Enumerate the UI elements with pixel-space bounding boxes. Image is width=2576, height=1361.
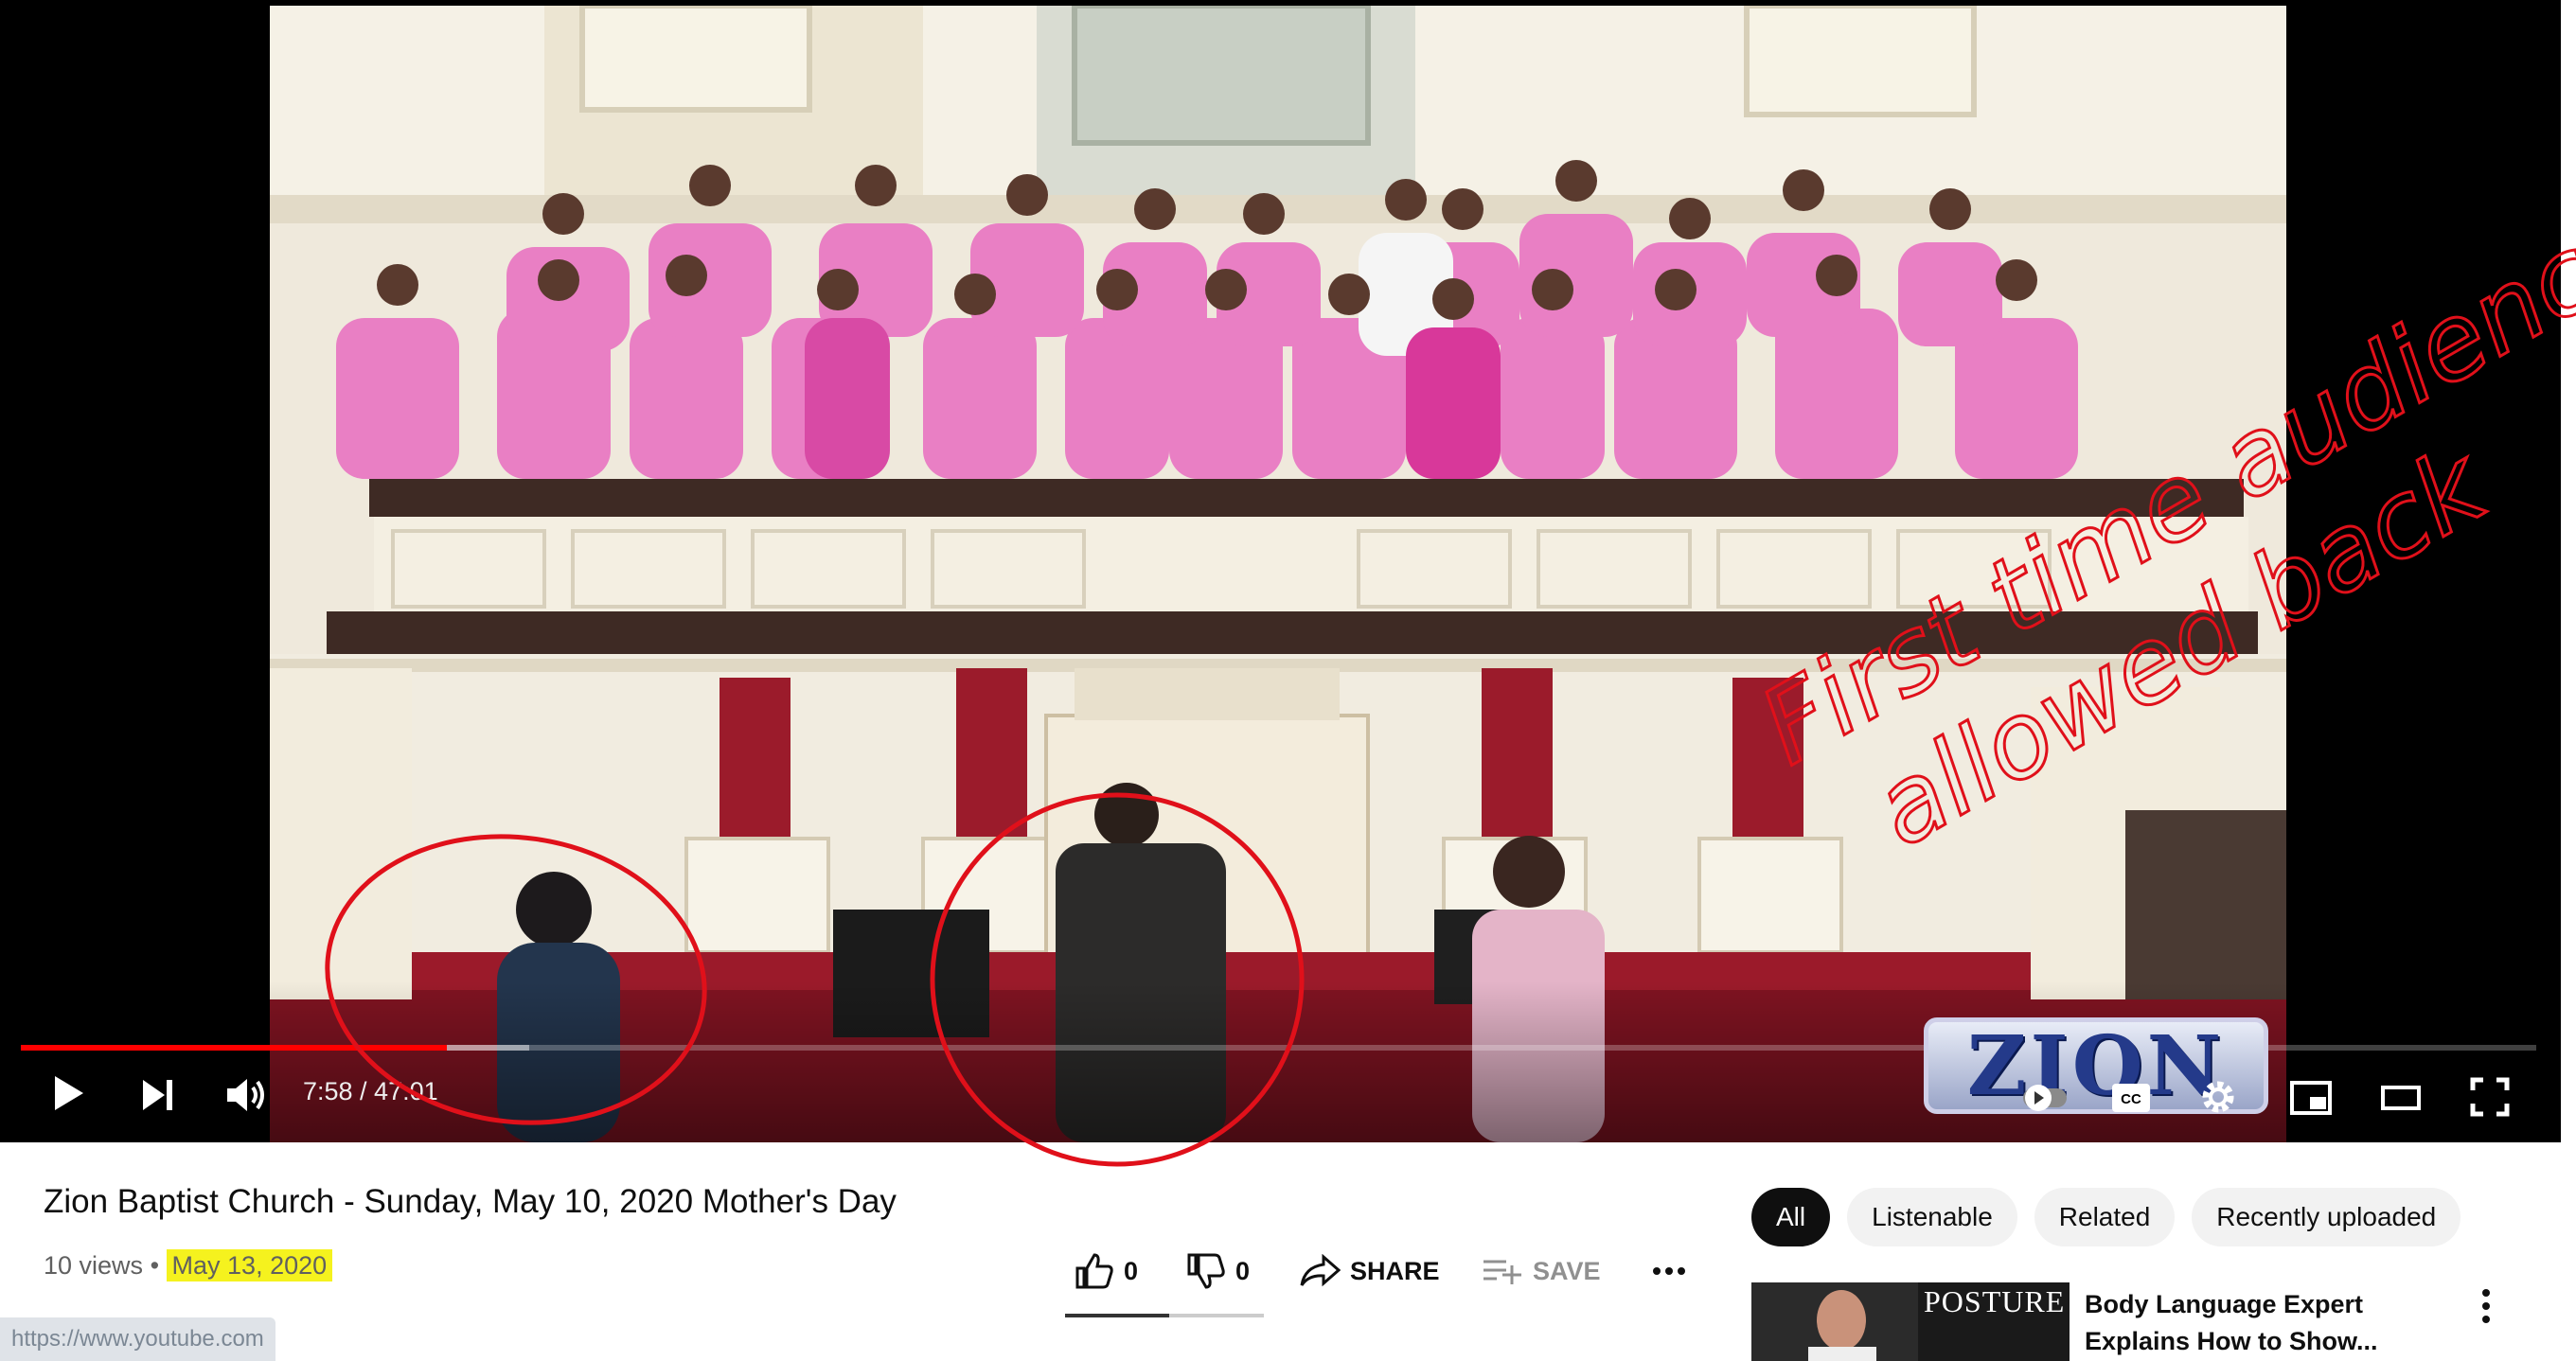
autoplay-toggle[interactable] — [2021, 1077, 2069, 1119]
video-title: Zion Baptist Church - Sunday, May 10, 20… — [44, 1183, 897, 1220]
more-actions-button[interactable] — [1652, 1247, 1686, 1295]
progress-played — [21, 1045, 448, 1051]
watermark-text: ZION — [1966, 1017, 2226, 1114]
video-content-image — [270, 6, 2286, 1142]
chip-related[interactable]: Related — [2034, 1188, 2176, 1246]
dislike-ratio-bar — [1169, 1314, 1264, 1317]
dislike-button[interactable]: 0 — [1186, 1247, 1250, 1295]
meta-separator: • — [150, 1251, 160, 1280]
miniplayer-button[interactable] — [2286, 1077, 2336, 1119]
theater-icon — [2381, 1086, 2421, 1110]
share-label: SHARE — [1350, 1256, 1440, 1285]
thumbs-up-icon — [1075, 1253, 1113, 1289]
filter-chips: All Listenable Related Recently uploaded — [1751, 1188, 2461, 1246]
volume-button[interactable] — [222, 1074, 270, 1116]
share-button[interactable]: SHARE — [1299, 1247, 1440, 1295]
recommendation-item[interactable]: POSTURE Body Language Expert Explains Ho… — [1751, 1282, 2537, 1361]
more-horizontal-icon — [1653, 1267, 1685, 1275]
captions-button[interactable]: CC — [2106, 1077, 2156, 1119]
captions-icon: CC — [2112, 1084, 2150, 1112]
like-ratio-bar — [1065, 1314, 1169, 1317]
link-status-bar: https://www.youtube.com — [0, 1317, 275, 1361]
video-player[interactable]: 7:58 / 47:01 ZION CC — [0, 0, 2561, 1142]
play-icon — [55, 1076, 83, 1110]
fullscreen-icon — [2470, 1077, 2510, 1117]
miniplayer-icon — [2290, 1081, 2332, 1115]
svg-text:CC: CC — [2121, 1091, 2141, 1107]
fullscreen-button[interactable] — [2467, 1074, 2513, 1120]
save-button[interactable]: SAVE — [1482, 1247, 1601, 1295]
like-count: 0 — [1124, 1256, 1139, 1285]
recommendation-title[interactable]: Body Language Expert Explains How to Sho… — [2085, 1286, 2463, 1360]
like-button[interactable]: 0 — [1075, 1247, 1138, 1295]
video-frame[interactable] — [270, 6, 2286, 1142]
playlist-add-icon — [1483, 1260, 1521, 1284]
time-display: 7:58 / 47:01 — [303, 1077, 438, 1105]
upload-date: May 13, 2020 — [166, 1249, 333, 1281]
gear-icon — [2202, 1081, 2234, 1113]
recommendation-thumbnail[interactable]: POSTURE — [1751, 1282, 2070, 1361]
dislike-count: 0 — [1235, 1256, 1251, 1285]
chip-listenable[interactable]: Listenable — [1847, 1188, 2017, 1246]
thumbnail-person-image — [1751, 1282, 1918, 1361]
thumbnail-text: POSTURE — [1924, 1284, 2066, 1318]
play-button[interactable] — [47, 1072, 89, 1114]
video-meta: 10 views • May 13, 2020 — [44, 1249, 333, 1281]
chip-recently-uploaded[interactable]: Recently uploaded — [2192, 1188, 2461, 1246]
save-label: SAVE — [1533, 1256, 1601, 1285]
view-count: 10 views — [44, 1251, 144, 1280]
recommendation-menu-button[interactable] — [2480, 1288, 2492, 1329]
share-icon — [1300, 1254, 1341, 1287]
volume-icon — [227, 1079, 264, 1111]
chip-all[interactable]: All — [1751, 1188, 1831, 1246]
next-button[interactable] — [137, 1074, 179, 1116]
theater-mode-button[interactable] — [2376, 1077, 2425, 1119]
thumbs-down-icon — [1187, 1253, 1225, 1289]
more-vertical-icon — [2482, 1289, 2490, 1323]
skip-next-icon — [143, 1080, 172, 1110]
settings-button[interactable] — [2194, 1074, 2242, 1120]
autoplay-icon — [2023, 1085, 2067, 1111]
